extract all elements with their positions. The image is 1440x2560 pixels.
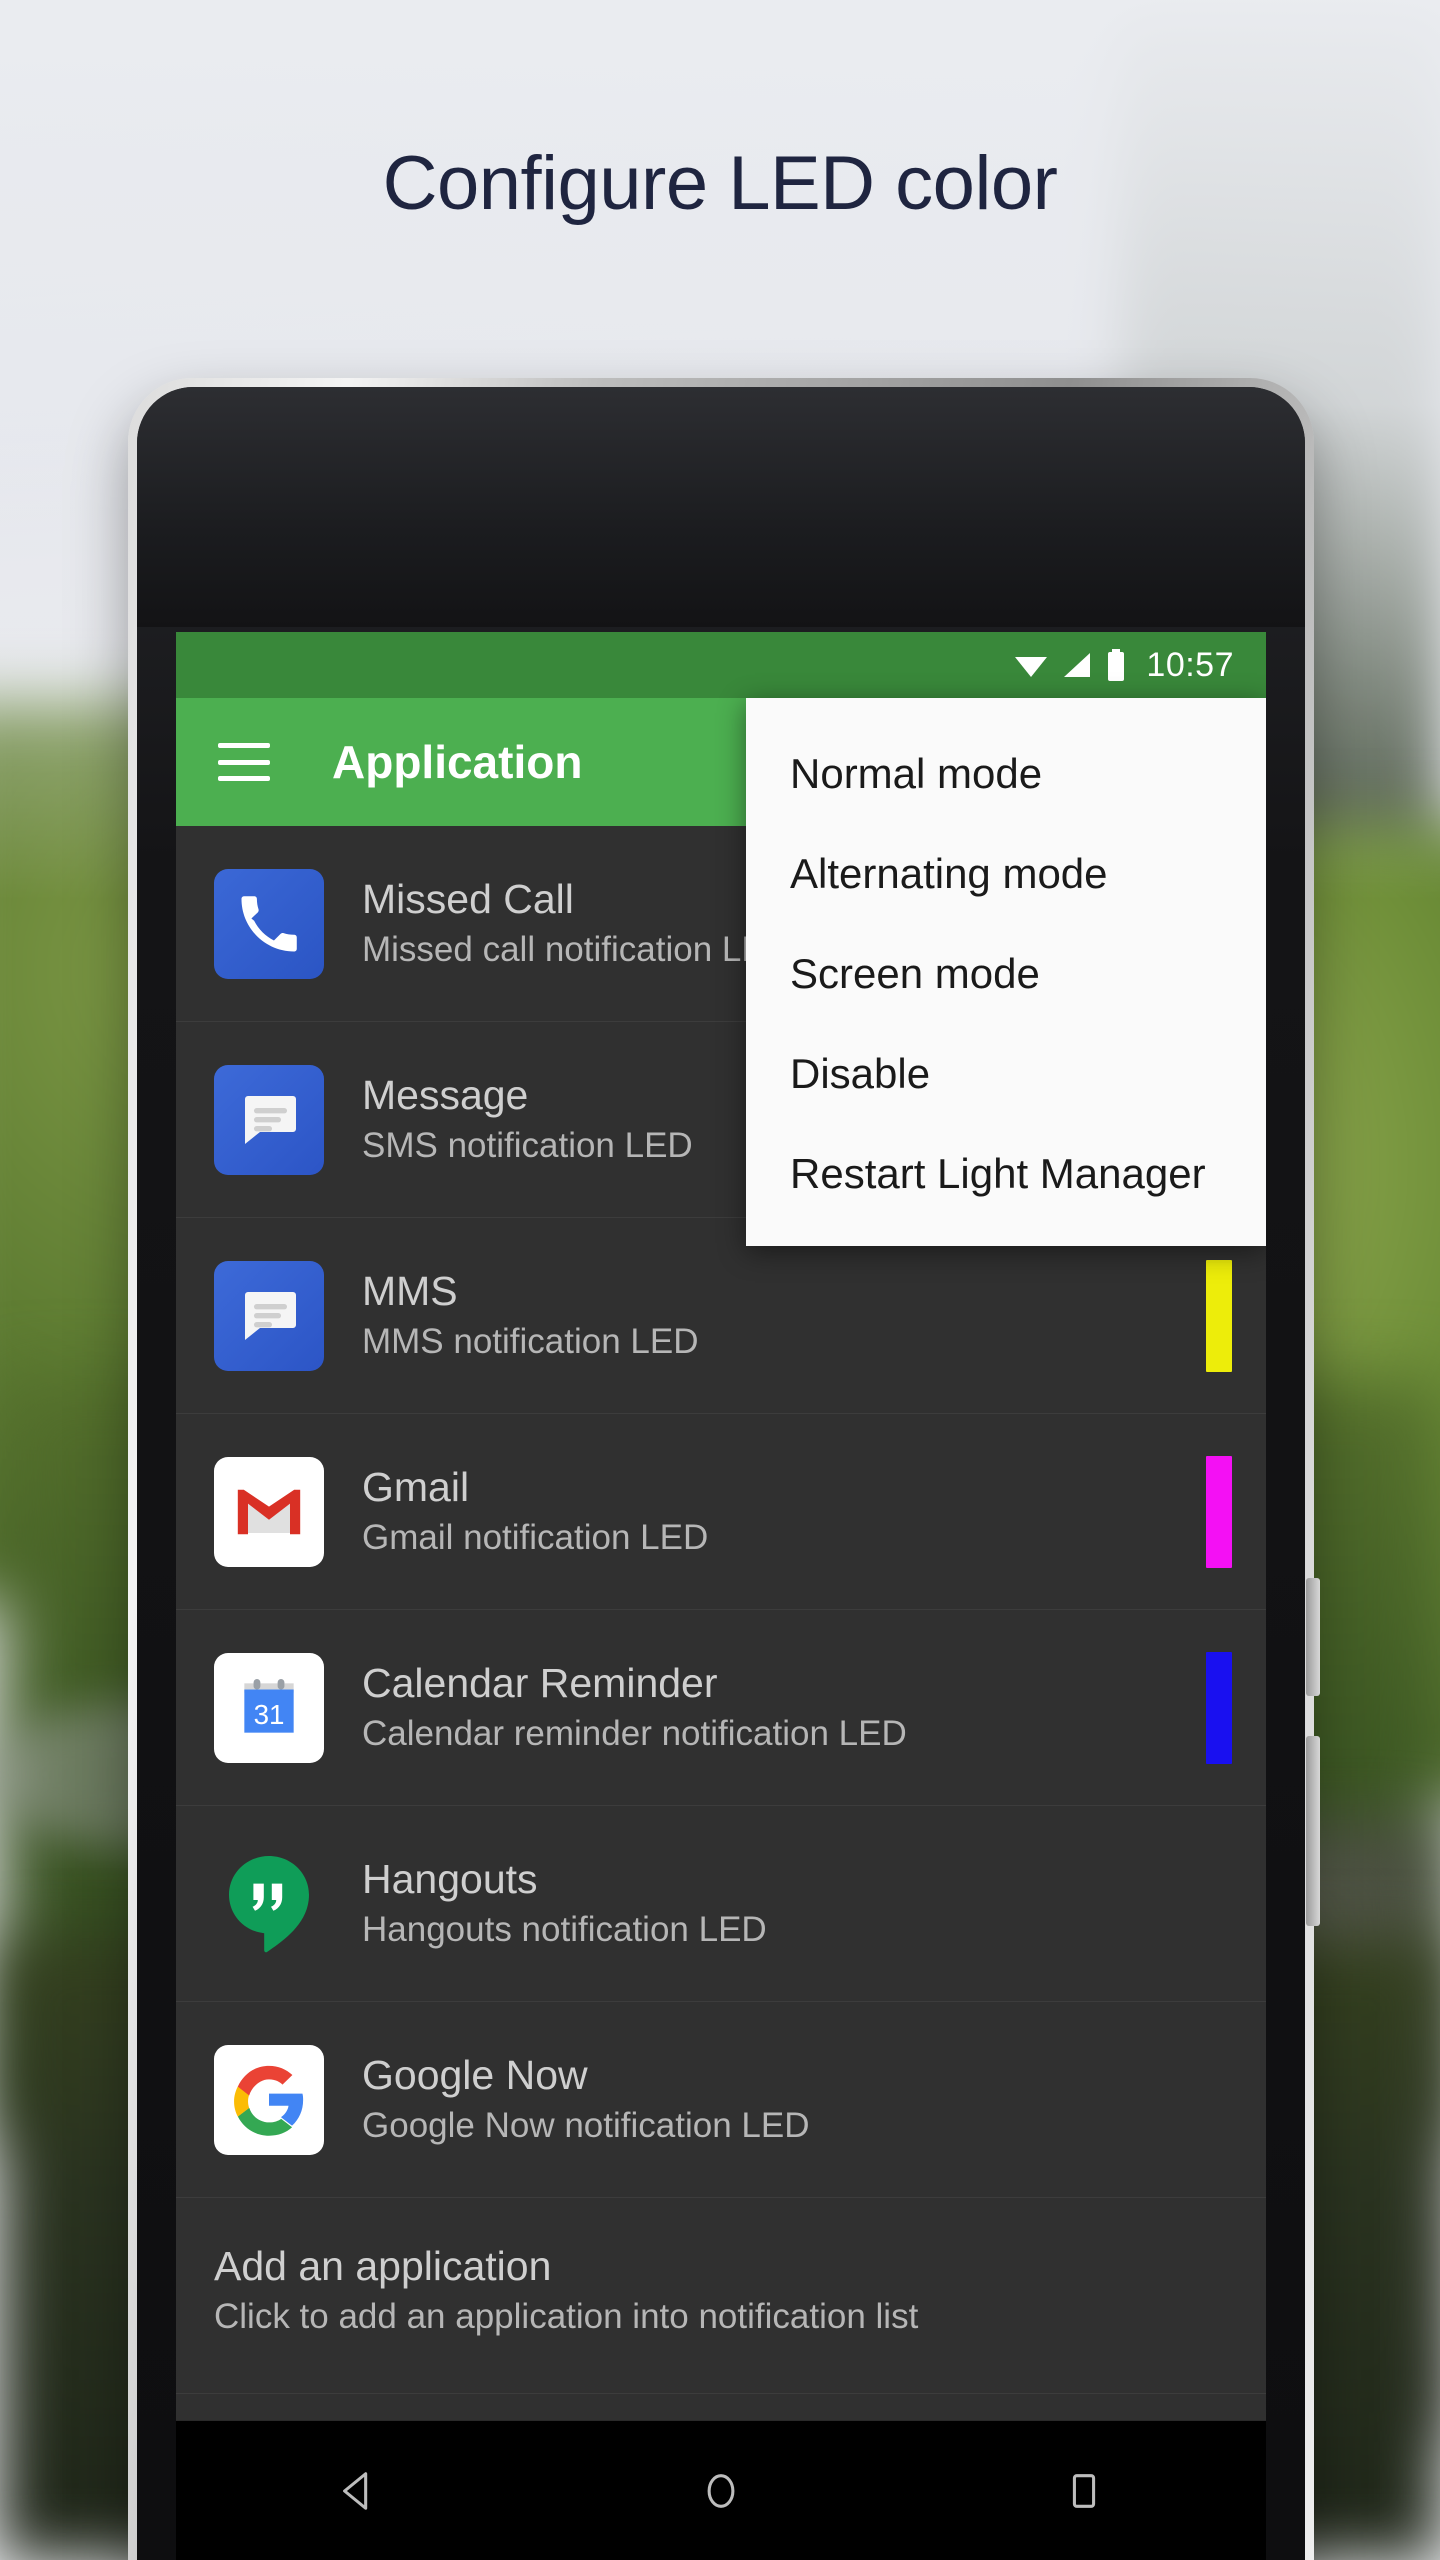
volume-button[interactable] xyxy=(1306,1736,1320,1926)
google-icon xyxy=(214,2044,324,2155)
message-icon xyxy=(214,1260,324,1371)
menu-item-disable[interactable]: Disable xyxy=(746,1024,1266,1124)
signal-icon xyxy=(1062,652,1092,678)
menu-item-restart-light-manager[interactable]: Restart Light Manager xyxy=(746,1124,1266,1224)
app-bar-title: Application xyxy=(332,736,583,788)
led-color-indicator[interactable] xyxy=(1206,1455,1232,1568)
battery-icon xyxy=(1106,649,1126,681)
list-item-title: Hangouts xyxy=(362,1855,538,1902)
list-item-subtitle: Google Now notification LED xyxy=(362,2105,810,2145)
svg-text:31: 31 xyxy=(254,1699,285,1730)
back-icon[interactable] xyxy=(298,2446,418,2536)
overflow-menu: Normal mode Alternating mode Screen mode… xyxy=(746,698,1266,1246)
home-icon[interactable] xyxy=(661,2446,781,2536)
calendar-icon: 31 xyxy=(214,1652,324,1763)
hamburger-icon[interactable] xyxy=(218,743,270,781)
list-item[interactable]: Gmail Gmail notification LED xyxy=(176,1414,1266,1610)
phone-screen: 10:57 Application Missed Call Missed cal… xyxy=(176,632,1266,2420)
list-item[interactable]: MMS MMS notification LED xyxy=(176,1218,1266,1414)
menu-item-normal-mode[interactable]: Normal mode xyxy=(746,724,1266,824)
list-item-title: MMS xyxy=(362,1267,458,1314)
list-item-title: Gmail xyxy=(362,1463,470,1510)
wifi-icon xyxy=(1014,652,1048,678)
hangouts-icon xyxy=(214,1849,324,1959)
menu-item-screen-mode[interactable]: Screen mode xyxy=(746,924,1266,1024)
list-item[interactable]: Hangouts Hangouts notification LED xyxy=(176,1806,1266,2002)
phone-top-bezel xyxy=(137,387,1305,627)
message-icon xyxy=(214,1064,324,1175)
add-application-title: Add an application xyxy=(214,2243,552,2289)
phone-icon xyxy=(214,868,324,979)
led-color-indicator[interactable] xyxy=(1206,1651,1232,1764)
page-title: Configure LED color xyxy=(382,141,1058,226)
list-item-subtitle: Calendar reminder notification LED xyxy=(362,1713,907,1753)
recents-icon[interactable] xyxy=(1024,2446,1144,2536)
gmail-icon xyxy=(214,1456,324,1567)
led-color-indicator[interactable] xyxy=(1206,1259,1232,1372)
list-item-subtitle: MMS notification LED xyxy=(362,1321,699,1361)
power-button[interactable] xyxy=(1306,1578,1320,1696)
list-item[interactable]: 31 Calendar Reminder Calendar reminder n… xyxy=(176,1610,1266,1806)
add-application-subtitle: Click to add an application into notific… xyxy=(214,2297,919,2337)
add-application-row[interactable]: Add an application Click to add an appli… xyxy=(176,2198,1266,2394)
list-item-title: Google Now xyxy=(362,2051,588,2098)
list-item[interactable]: Google Now Google Now notification LED xyxy=(176,2002,1266,2198)
navigation-bar xyxy=(176,2420,1266,2560)
status-bar: 10:57 xyxy=(176,632,1266,698)
list-item-subtitle: Gmail notification LED xyxy=(362,1517,709,1557)
list-item-title: Calendar Reminder xyxy=(362,1659,718,1706)
status-bar-clock: 10:57 xyxy=(1146,645,1234,684)
list-item-subtitle: Hangouts notification LED xyxy=(362,1909,767,1949)
menu-item-alternating-mode[interactable]: Alternating mode xyxy=(746,824,1266,924)
